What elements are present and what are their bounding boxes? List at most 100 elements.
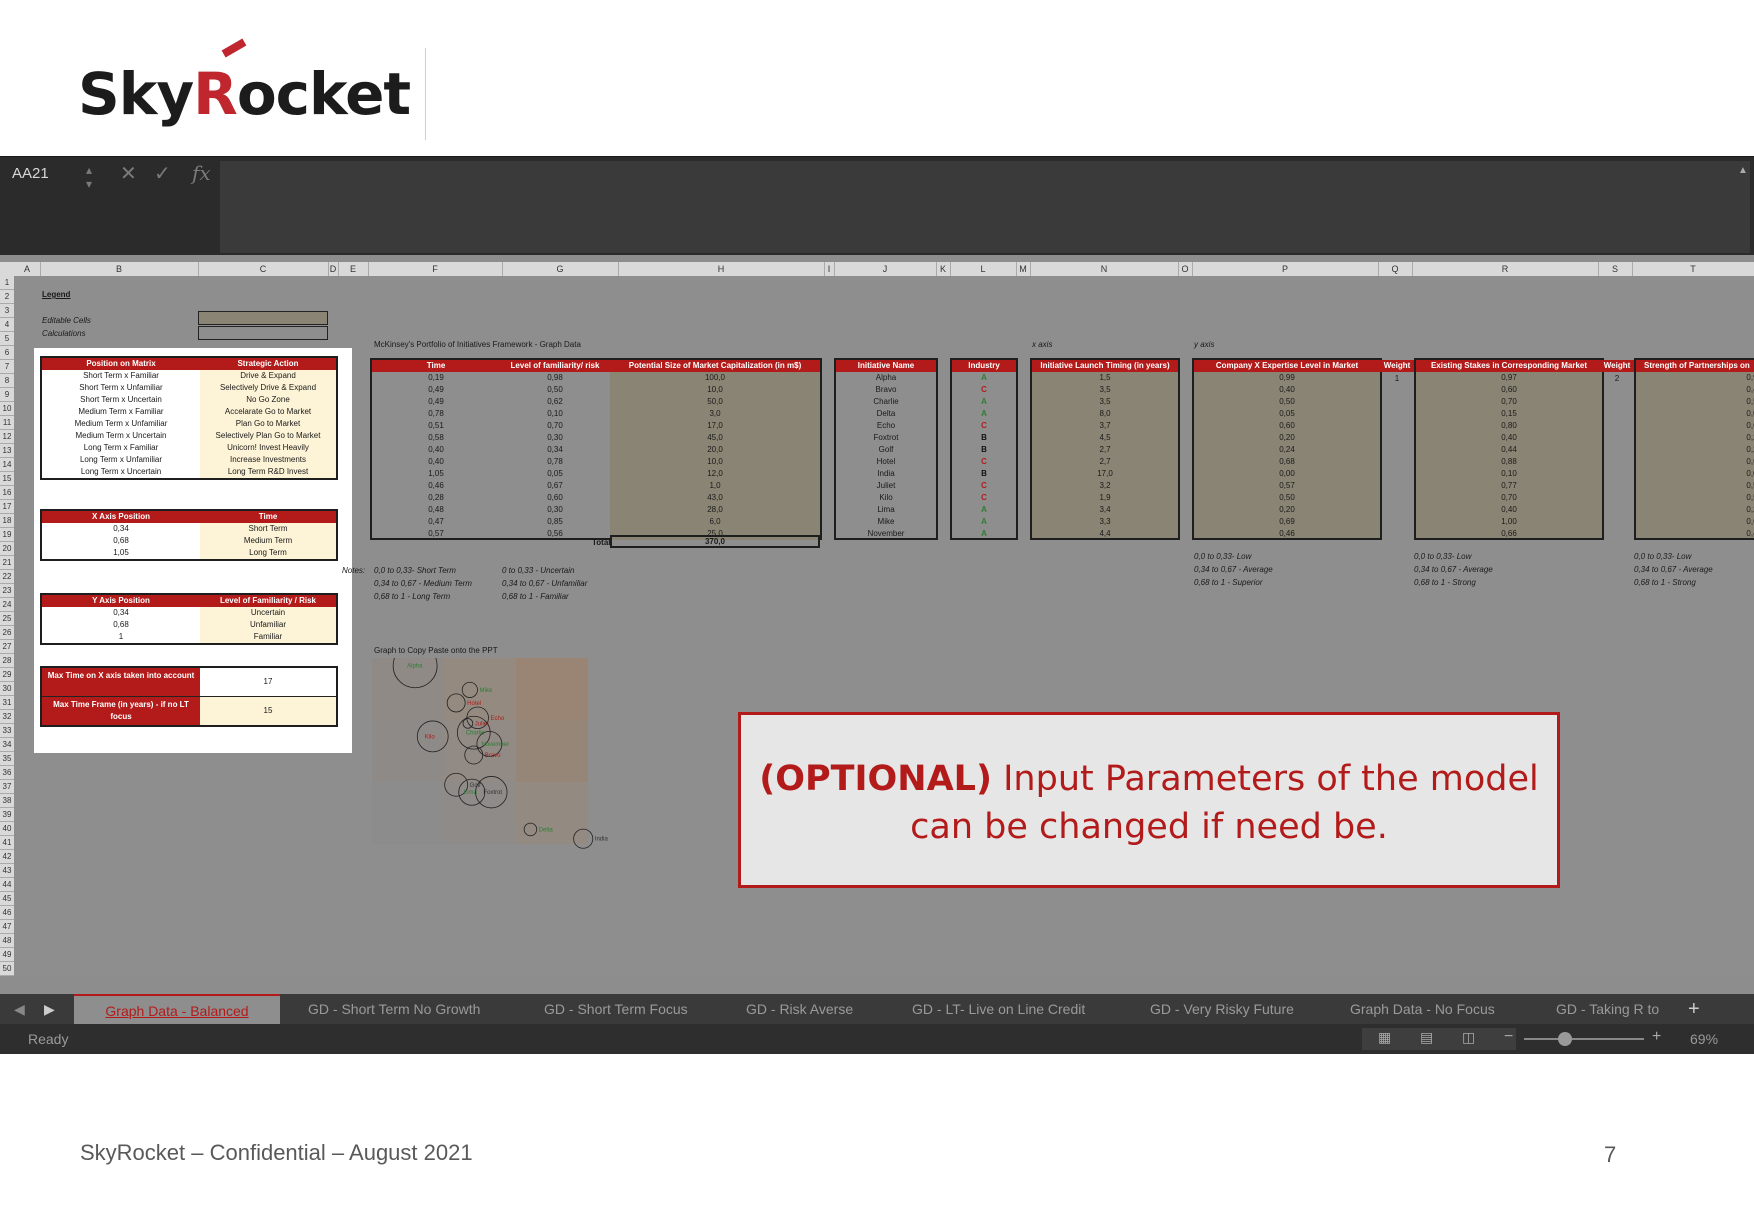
launch-cell[interactable]: 17,0 bbox=[1032, 468, 1178, 480]
stakes-cell[interactable]: 0,70 bbox=[1416, 492, 1602, 504]
expertise-cell[interactable]: 0,50 bbox=[1194, 396, 1380, 408]
expertise-cell[interactable]: 0,20 bbox=[1194, 504, 1380, 516]
row-header[interactable]: 49 bbox=[0, 948, 14, 962]
normal-view-icon[interactable]: ▦ bbox=[1378, 1029, 1391, 1046]
stakes-cell[interactable]: 1,00 bbox=[1416, 516, 1602, 528]
row-header[interactable]: 43 bbox=[0, 864, 14, 878]
partnership-cell[interactable]: 0,20 bbox=[1636, 504, 1754, 516]
row-header[interactable]: 36 bbox=[0, 766, 14, 780]
row-header[interactable]: 16 bbox=[0, 486, 14, 500]
column-header[interactable]: R bbox=[1412, 262, 1599, 276]
partnership-cell[interactable]: 0,60 bbox=[1636, 420, 1754, 432]
stakes-cell[interactable]: 0,77 bbox=[1416, 480, 1602, 492]
market-cap-cell[interactable]: 50,0 bbox=[610, 396, 820, 408]
matrix-action[interactable]: Unicorn! Invest Heavily bbox=[200, 442, 336, 454]
initiative-name-cell[interactable]: Bravo bbox=[836, 384, 936, 396]
row-header[interactable]: 21 bbox=[0, 556, 14, 570]
column-header[interactable]: S bbox=[1598, 262, 1633, 276]
column-header[interactable]: A bbox=[14, 262, 41, 276]
row-header[interactable]: 7 bbox=[0, 360, 14, 374]
market-cap-cell[interactable]: 1,0 bbox=[610, 480, 820, 492]
industry-cell[interactable]: B bbox=[952, 468, 1016, 480]
industry-cell[interactable]: C bbox=[952, 492, 1016, 504]
launch-cell[interactable]: 8,0 bbox=[1032, 408, 1178, 420]
industry-cell[interactable]: C bbox=[952, 456, 1016, 468]
row-header[interactable]: 22 bbox=[0, 570, 14, 584]
initiative-name-cell[interactable]: Golf bbox=[836, 444, 936, 456]
row-header[interactable]: 37 bbox=[0, 780, 14, 794]
launch-cell[interactable]: 2,7 bbox=[1032, 444, 1178, 456]
row-header[interactable]: 11 bbox=[0, 416, 14, 430]
row-header[interactable]: 9 bbox=[0, 388, 14, 402]
row-header[interactable]: 12 bbox=[0, 430, 14, 444]
expertise-cell[interactable]: 0,00 bbox=[1194, 468, 1380, 480]
initiative-name-cell[interactable]: Alpha bbox=[836, 372, 936, 384]
market-cap-cell[interactable]: 12,0 bbox=[610, 468, 820, 480]
matrix-action[interactable]: Long Term R&D Invest bbox=[200, 466, 336, 478]
x-axis-value[interactable]: Long Term bbox=[200, 547, 336, 559]
market-cap-cell[interactable]: 100,0 bbox=[610, 372, 820, 384]
column-header[interactable]: H bbox=[618, 262, 825, 276]
row-header[interactable]: 38 bbox=[0, 794, 14, 808]
expertise-cell[interactable]: 0,69 bbox=[1194, 516, 1380, 528]
tab-prev-icon[interactable]: ◀ bbox=[14, 994, 25, 1024]
row-header[interactable]: 34 bbox=[0, 738, 14, 752]
row-header[interactable]: 8 bbox=[0, 374, 14, 388]
stakes-cell[interactable]: 0,40 bbox=[1416, 432, 1602, 444]
launch-cell[interactable]: 3,3 bbox=[1032, 516, 1178, 528]
expertise-cell[interactable]: 0,24 bbox=[1194, 444, 1380, 456]
industry-cell[interactable]: C bbox=[952, 420, 1016, 432]
industry-cell[interactable]: A bbox=[952, 504, 1016, 516]
y-axis-value[interactable]: Familiar bbox=[200, 631, 336, 643]
weight-value-2[interactable]: 2 bbox=[1600, 374, 1634, 383]
column-header[interactable]: B bbox=[40, 262, 199, 276]
column-header[interactable]: N bbox=[1030, 262, 1179, 276]
stakes-cell[interactable]: 0,66 bbox=[1416, 528, 1602, 540]
column-header[interactable]: F bbox=[368, 262, 503, 276]
matrix-action[interactable]: Increase Investments bbox=[200, 454, 336, 466]
initiative-name-cell[interactable]: Kilo bbox=[836, 492, 936, 504]
matrix-action[interactable]: No Go Zone bbox=[200, 394, 336, 406]
page-break-icon[interactable]: ◫ bbox=[1462, 1029, 1475, 1046]
row-header[interactable]: 47 bbox=[0, 920, 14, 934]
row-header[interactable]: 39 bbox=[0, 808, 14, 822]
row-header[interactable]: 50 bbox=[0, 962, 14, 976]
row-header[interactable]: 33 bbox=[0, 724, 14, 738]
column-header[interactable]: K bbox=[936, 262, 951, 276]
stakes-cell[interactable]: 0,40 bbox=[1416, 504, 1602, 516]
initiative-name-cell[interactable]: November bbox=[836, 528, 936, 540]
initiative-name-cell[interactable]: Hotel bbox=[836, 456, 936, 468]
market-cap-cell[interactable]: 10,0 bbox=[610, 456, 820, 468]
namebox-stepper-icon[interactable]: ▴ ▾ bbox=[86, 163, 92, 191]
weight-value-1[interactable]: 1 bbox=[1380, 374, 1414, 383]
initiative-name-cell[interactable]: Foxtrot bbox=[836, 432, 936, 444]
industry-cell[interactable]: A bbox=[952, 408, 1016, 420]
column-header[interactable]: E bbox=[338, 262, 369, 276]
industry-cell[interactable]: A bbox=[952, 372, 1016, 384]
market-cap-cell[interactable]: 17,0 bbox=[610, 420, 820, 432]
expertise-cell[interactable]: 0,46 bbox=[1194, 528, 1380, 540]
launch-cell[interactable]: 2,7 bbox=[1032, 456, 1178, 468]
partnership-cell[interactable]: 0,56 bbox=[1636, 396, 1754, 408]
industry-cell[interactable]: C bbox=[952, 384, 1016, 396]
zoom-slider-handle[interactable] bbox=[1558, 1032, 1572, 1046]
stakes-cell[interactable]: 0,44 bbox=[1416, 444, 1602, 456]
matrix-action[interactable]: Selectively Drive & Expand bbox=[200, 382, 336, 394]
x-axis-value[interactable]: Short Term bbox=[200, 523, 336, 535]
row-header[interactable]: 44 bbox=[0, 878, 14, 892]
x-axis-value[interactable]: Medium Term bbox=[200, 535, 336, 547]
launch-cell[interactable]: 3,2 bbox=[1032, 480, 1178, 492]
row-header[interactable]: 42 bbox=[0, 850, 14, 864]
expertise-cell[interactable]: 0,50 bbox=[1194, 492, 1380, 504]
tab-short-term-no-growth[interactable]: GD - Short Term No Growth bbox=[308, 994, 480, 1024]
row-header[interactable]: 31 bbox=[0, 696, 14, 710]
industry-cell[interactable]: A bbox=[952, 516, 1016, 528]
matrix-action[interactable]: Plan Go to Market bbox=[200, 418, 336, 430]
row-header[interactable]: 29 bbox=[0, 668, 14, 682]
row-header[interactable]: 18 bbox=[0, 514, 14, 528]
row-header[interactable]: 28 bbox=[0, 654, 14, 668]
initiative-name-cell[interactable]: Charlie bbox=[836, 396, 936, 408]
column-header[interactable]: Q bbox=[1378, 262, 1413, 276]
cancel-icon[interactable]: ✕ bbox=[120, 161, 137, 186]
max-time-value[interactable]: 17 bbox=[200, 668, 336, 696]
